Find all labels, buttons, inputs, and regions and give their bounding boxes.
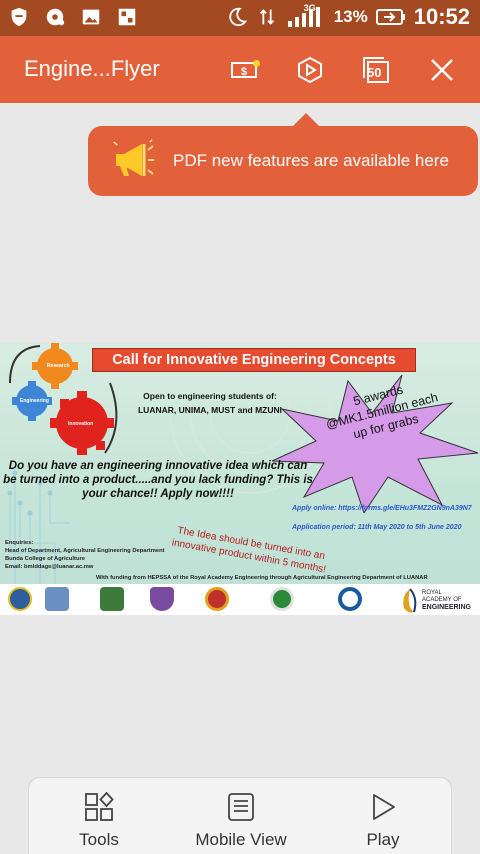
university-logo-1 [8,587,32,611]
document-title: Engine...Flyer [24,56,160,81]
close-icon [431,59,453,81]
data-transfer-icon [259,9,274,25]
play-hexagon-icon [298,56,322,84]
tooltip-text: PDF new features are available here [173,151,449,170]
svg-text:$: $ [241,66,247,78]
play-label: Play [366,830,400,849]
battery-charging-icon [375,9,405,25]
mobile-view-button[interactable]: Mobile View [171,778,311,854]
university-logo-4 [150,587,174,611]
university-logo-3 [100,587,124,611]
application-period: Application period: 11th May 2020 to 5th… [292,524,462,531]
apply-online-link[interactable]: Apply online: https://forms.gle/EHu3FMZ2… [292,505,472,512]
university-logo-5 [205,587,229,611]
features-tooltip[interactable]: PDF new features are available here [88,113,478,196]
image-icon [82,9,100,25]
royal-line1: ROYAL [422,590,442,596]
flyer-question: Do you have an engineering innovative id… [3,460,313,500]
tools-button[interactable]: Tools [29,778,169,854]
notification-dot [253,60,260,67]
university-logo-6 [270,587,294,611]
flyer-title: Call for Innovative Engineering Concepts [92,348,416,372]
mobile-view-icon [228,793,254,821]
logo-strip: ROYAL ACADEMY OF ENGINEERING [0,584,480,615]
royal-academy-logo: ROYAL ACADEMY OF ENGINEERING [400,588,480,614]
gear-label-innovation: Innovation [68,421,94,427]
royal-academy-emblem-icon [403,588,417,613]
flyer-page: Research Engineering Innovation Call for… [0,343,480,615]
clock: 10:52 [413,4,470,29]
funding-note: With funding from HEPSSA of the Royal Ac… [96,575,428,581]
moon-icon [228,7,247,27]
tools-icon [85,792,114,821]
signal-icon: 3G [286,3,326,29]
page-count-label: 50 [367,65,382,80]
enquiries-line2: Bunda College of Agriculture [5,556,85,562]
play-button[interactable]: Play [313,778,453,854]
university-logo-2 [45,587,69,611]
enquiries-line3: Email: bmlddage@luanar.ac.mw [5,564,94,570]
enquiries-line1: Head of Department, Agricultural Enginee… [5,548,165,554]
university-logo-7 [338,587,362,611]
gear-label-research: Research [47,363,70,369]
play-button-top[interactable] [290,50,330,90]
royal-line2: ACADEMY OF [422,597,462,603]
page-count-button[interactable]: 50 [356,50,396,90]
tools-label: Tools [79,830,119,849]
gear-label-engineering: Engineering [20,398,49,404]
bottom-toolbar: Tools Mobile View Play [28,777,452,854]
battery-percent: 13% [333,7,368,26]
royal-line3: ENGINEERING [422,604,472,611]
play-icon [373,794,395,820]
gallery-icon [118,8,136,26]
megaphone-icon [113,139,154,176]
app-bar: Engine...Flyer $ 50 [0,36,480,103]
enquiries-block: Enquiries: Head of Department, Agricultu… [5,539,165,571]
close-button[interactable] [422,50,462,90]
disc-icon [46,8,65,26]
enquiries-label: Enquiries: [5,540,34,546]
mobile-view-label: Mobile View [195,830,287,849]
status-bar: 3G 13% 10:52 [0,0,480,36]
shield-icon [11,7,27,27]
money-scan-button[interactable]: $ [224,50,264,90]
